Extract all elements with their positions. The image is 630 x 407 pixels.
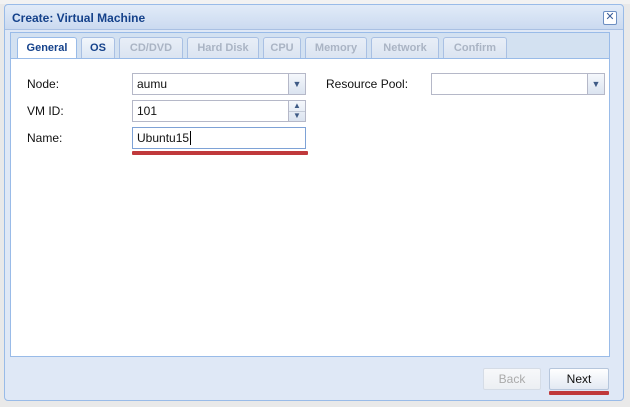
tab-hard-disk: Hard Disk	[187, 37, 259, 58]
spin-down-icon[interactable]: ▼	[289, 111, 305, 121]
dialog-footer: Back Next	[10, 360, 610, 395]
text-cursor	[190, 131, 192, 145]
node-value: aumu	[137, 77, 168, 91]
close-icon[interactable]: ✕	[603, 11, 617, 25]
tab-os[interactable]: OS	[81, 37, 115, 58]
resource-pool-combo[interactable]: ▼	[431, 73, 605, 95]
tab-cpu: CPU	[263, 37, 301, 58]
node-label: Node:	[27, 77, 60, 91]
name-label: Name:	[27, 131, 63, 145]
name-value: Ubuntu15	[137, 131, 190, 145]
tab-general[interactable]: General	[17, 37, 77, 59]
vmid-spinner: ▲ ▼	[288, 101, 305, 121]
dialog-title-bar[interactable]: Create: Virtual Machine ✕	[5, 5, 623, 30]
node-combo[interactable]: aumu ▼	[132, 73, 306, 95]
back-button[interactable]: Back	[483, 368, 541, 390]
wizard-tab-strip: General OS CD/DVD Hard Disk CPU Memory N…	[10, 32, 610, 59]
dialog-title: Create: Virtual Machine	[12, 11, 146, 25]
name-input[interactable]: Ubuntu15	[132, 127, 306, 149]
next-button[interactable]: Next	[549, 368, 609, 390]
name-highlight-underline	[132, 151, 308, 155]
chevron-down-icon[interactable]: ▼	[587, 74, 604, 94]
general-form-panel: Node: aumu ▼ Resource Pool: ▼ VM ID: 101…	[10, 58, 610, 357]
next-highlight-underline	[549, 391, 609, 395]
vmid-spinner-field[interactable]: 101 ▲ ▼	[132, 100, 306, 122]
vmid-value: 101	[137, 104, 158, 118]
tab-confirm: Confirm	[443, 37, 507, 58]
tab-network: Network	[371, 37, 439, 58]
tab-memory: Memory	[305, 37, 367, 58]
vmid-label: VM ID:	[27, 104, 64, 118]
chevron-down-icon[interactable]: ▼	[288, 74, 305, 94]
resource-pool-label: Resource Pool:	[326, 77, 409, 91]
tab-cd-dvd: CD/DVD	[119, 37, 183, 58]
